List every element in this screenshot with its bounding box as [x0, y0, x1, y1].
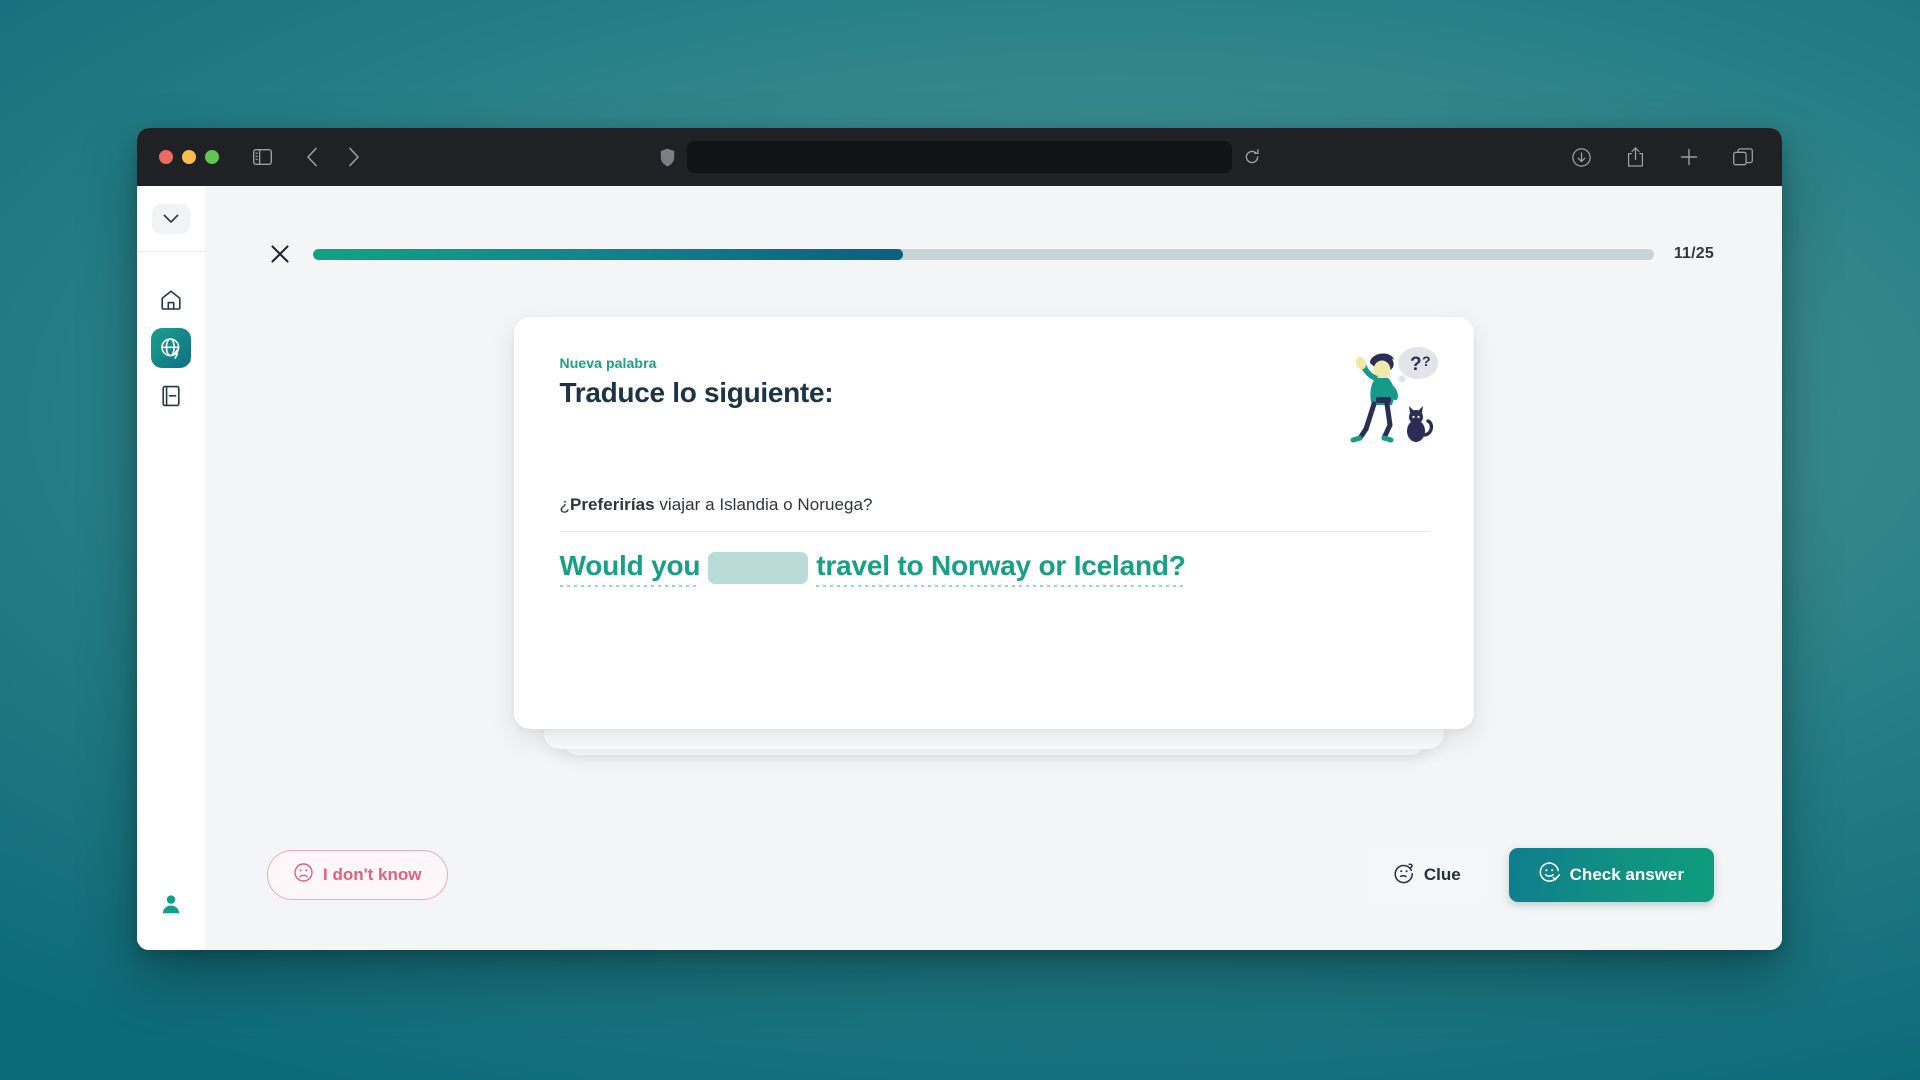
progress-counter: 11/25: [1673, 245, 1714, 262]
clue-label: Clue: [1423, 865, 1461, 884]
answer-sentence: Would you travel to Norway or Iceland?: [559, 549, 1428, 587]
close-window-button[interactable]: [159, 150, 173, 164]
lesson-actions: I don't know Clue Check answer: [205, 848, 1782, 902]
close-lesson-button[interactable]: [267, 241, 293, 267]
progress-bar-track: [313, 248, 1654, 260]
thinking-face-icon: [1394, 863, 1414, 888]
card-kicker: Nueva palabra: [559, 355, 657, 371]
progress-bar-fill: [313, 248, 903, 260]
back-button[interactable]: [295, 140, 329, 174]
prompt-bold-word: Preferirías: [569, 495, 655, 514]
primary-actions: Clue Check answer: [1367, 848, 1714, 902]
answer-suffix-text: travel to Norway or Iceland?: [816, 549, 1186, 587]
app-content: 11/25 Nueva palabra Traduce lo siguiente…: [137, 186, 1782, 950]
address-input[interactable]: [686, 141, 1232, 173]
sidebar-item-library[interactable]: [151, 376, 191, 416]
lesson-progress-row: 11/25: [205, 241, 1782, 267]
svg-text:?: ?: [1422, 353, 1431, 369]
tab-overview-icon[interactable]: [1726, 140, 1760, 174]
reload-icon[interactable]: [1244, 149, 1260, 165]
browser-titlebar: [137, 128, 1782, 186]
sidebar-toggle-icon[interactable]: [245, 140, 279, 174]
prompt-rest: viajar a Islandia o Noruega?: [654, 495, 873, 514]
chevron-down-icon[interactable]: [152, 203, 190, 234]
person-walking-with-cat-thinking-illustration: ? ?: [1340, 343, 1440, 447]
forward-button[interactable]: [337, 140, 371, 174]
sad-face-icon: [294, 863, 313, 887]
browser-window: 11/25 Nueva palabra Traduce lo siguiente…: [137, 128, 1782, 950]
new-tab-icon[interactable]: [1672, 140, 1706, 174]
answer-prefix-text: Would you: [559, 549, 700, 587]
minimize-window-button[interactable]: [182, 150, 196, 164]
answer-blank-input[interactable]: [708, 552, 809, 585]
flashcard: Nueva palabra Traduce lo siguiente: ? ?: [513, 317, 1474, 729]
maximize-window-button[interactable]: [205, 150, 219, 164]
flashcard-stack: Nueva palabra Traduce lo siguiente: ? ?: [513, 317, 1474, 848]
sidebar-header: [137, 186, 205, 252]
prompt-sentence: ¿Preferirías viajar a Islandia o Noruega…: [560, 493, 1428, 517]
window-traffic-lights: [159, 150, 219, 164]
shield-icon[interactable]: [660, 148, 675, 167]
sidebar-nav-items: [151, 280, 191, 416]
sidebar-item-home[interactable]: [151, 280, 191, 320]
prompt-prefix: ¿: [559, 495, 570, 514]
app-sidebar: [137, 186, 205, 950]
flashcard-area: Nueva palabra Traduce lo siguiente: ? ?: [205, 317, 1782, 848]
i-dont-know-label: I don't know: [323, 865, 422, 884]
sidebar-item-practice[interactable]: [151, 328, 191, 368]
sidebar-profile-avatar[interactable]: [151, 884, 191, 924]
clue-button[interactable]: Clue: [1367, 849, 1487, 901]
qa-divider: [559, 530, 1428, 532]
share-icon[interactable]: [1618, 140, 1652, 174]
i-dont-know-button[interactable]: I don't know: [267, 850, 449, 900]
address-bar-container: [660, 141, 1260, 173]
check-answer-button[interactable]: Check answer: [1508, 848, 1714, 902]
check-answer-label: Check answer: [1569, 865, 1684, 884]
svg-text:?: ?: [1410, 354, 1422, 375]
lesson-main: 11/25 Nueva palabra Traduce lo siguiente…: [205, 186, 1782, 950]
card-title: Traduce lo siguiente:: [559, 377, 834, 408]
smiley-check-icon: [1539, 862, 1560, 888]
download-icon[interactable]: [1564, 140, 1598, 174]
question-answer-block: ¿Preferirías viajar a Islandia o Noruega…: [559, 493, 1428, 587]
browser-toolbar-right: [1564, 140, 1760, 174]
